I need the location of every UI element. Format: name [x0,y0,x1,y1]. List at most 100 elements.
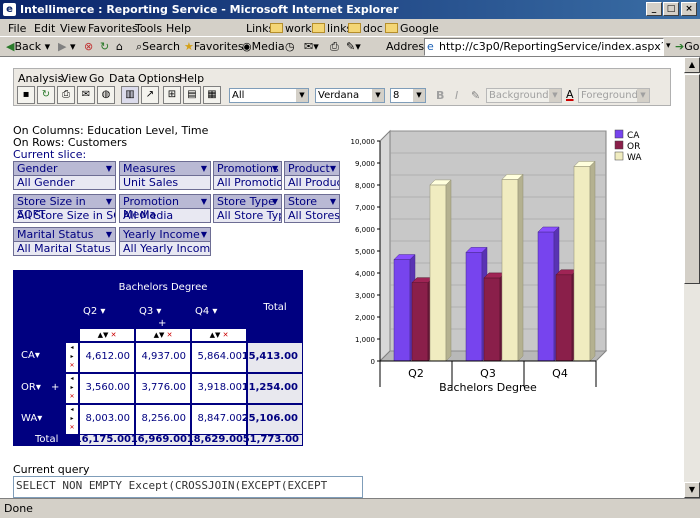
foreground-select[interactable]: Foreground ▼ [578,88,650,103]
app-menu-analysis[interactable]: Analysis [18,72,63,85]
mail-icon: ✉ [304,40,314,53]
font-select[interactable]: Verdana ▼ [315,88,385,103]
link-links[interactable]: links [312,22,352,35]
app-toolbar: Analysis View Go Data Options Help ▪ ↻ ⎙… [13,68,671,106]
dimension-measures[interactable]: Measures ▼ Unit Sales [119,161,211,190]
dimension-promotion-media[interactable]: Promotion Media▼ All Media [119,194,211,223]
dimension-store-size[interactable]: Store Size in SQFT▼ All Store Size in SQ… [13,194,116,223]
stop-button[interactable]: ⊗ [84,40,93,53]
column-header-q4[interactable]: Q4 ▾ [195,306,245,317]
dimension-store-type[interactable]: Store Type▼ All Store Type [213,194,282,223]
options-icon[interactable]: ▦ [203,86,221,104]
dimension-product[interactable]: Product▼ All Products [284,161,340,190]
minimize-button[interactable]: _ [646,2,662,16]
address-dropdown-icon[interactable]: ▾ [666,41,671,51]
fill-color-icon[interactable]: ✎ [471,89,480,102]
link-work[interactable]: work [270,22,312,35]
menu-favorites[interactable]: Favorites [88,22,138,35]
home-icon: ⌂ [116,40,123,53]
home-button[interactable]: ⌂ [116,40,123,53]
mail-button[interactable]: ✉▾ [304,40,319,53]
legend-swatch-ca [614,129,624,139]
grand-total-cell: 51,773.00 [243,434,303,446]
scroll-thumb[interactable] [684,74,700,284]
status-text: Done [4,502,33,515]
email-icon[interactable]: ✉ [77,86,95,104]
current-query-textbox[interactable]: SELECT NON EMPTY Except(CROSSJOIN(EXCEPT… [13,476,363,498]
edit-button[interactable]: ✎▾ [346,40,361,53]
filter-select[interactable]: All ▼ [229,88,309,103]
search-button[interactable]: ⌕Search [136,40,180,54]
back-button[interactable]: ◀Back ▾ [6,40,50,53]
menu-file[interactable]: File [8,22,26,35]
chevron-down-icon: ▼ [637,89,649,102]
row-header-ca[interactable]: CA▾ [21,350,40,361]
print-button[interactable]: ⎙ [330,40,339,54]
dimension-marital-status[interactable]: Marital Status ▼ All Marital Status [13,227,116,256]
menu-view[interactable]: View [60,22,86,35]
link-google[interactable]: Google [385,22,439,35]
scroll-up-icon[interactable]: ▲ [684,57,700,73]
y-tick-label: 5,000 [355,248,375,256]
italic-button[interactable]: I [455,89,458,102]
globe-icon[interactable]: ◍ [97,86,115,104]
go-button[interactable]: ➔Go [675,40,699,53]
font-size-select[interactable]: 8 ▼ [390,88,426,103]
favorites-button[interactable]: ★Favorites [184,40,244,53]
sort-controls[interactable]: ▲▼ ✕ [79,328,135,342]
dimension-yearly-income[interactable]: Yearly Income ▼ All Yearly Income [119,227,211,256]
bar-side [445,179,452,362]
bold-button[interactable]: B [436,89,444,102]
forward-button[interactable]: ▶ ▾ [58,40,76,53]
address-bar[interactable]: e http://c3p0/ReportingService/index.aspx… [424,38,664,56]
row-header-or[interactable]: OR▾ [21,382,41,393]
app-menu-help[interactable]: Help [179,72,204,85]
y-tick-label: 8,000 [355,182,375,190]
dropdown-arrow-icon: ▾ [35,382,41,393]
row-sort-controls[interactable]: ◂ ▸ ✕ [65,404,79,435]
link-doc[interactable]: doc [348,22,383,35]
table-icon[interactable]: ▤ [183,86,201,104]
column-header-q3[interactable]: Q3 ▾ [139,306,189,317]
font-color-icon[interactable]: A [566,88,574,101]
print-icon[interactable]: ⎙ [57,86,75,104]
column-header-q2[interactable]: Q2 ▾ [83,306,133,317]
media-button[interactable]: ◉Media [242,40,285,53]
app-menu-options[interactable]: Options [138,72,180,85]
dropdown-arrow-icon: ▼ [200,197,207,206]
window-title-bar[interactable]: e Intellimerce : Reporting Service - Mic… [0,0,700,19]
app-menu-data[interactable]: Data [109,72,135,85]
save-icon[interactable]: ▪ [17,86,35,104]
close-button[interactable]: × [681,2,697,16]
history-button[interactable]: ◷ [285,40,295,53]
refresh-icon[interactable]: ↻ [37,86,55,104]
menu-edit[interactable]: Edit [34,22,55,35]
menu-tools[interactable]: Tools [135,22,162,35]
x-tick-label: Q2 [408,367,424,380]
pivot-icon[interactable]: ⊞ [163,86,181,104]
app-menu-go[interactable]: Go [89,72,104,85]
refresh-button[interactable]: ↻ [100,40,109,53]
row-sort-controls[interactable]: ◂ ▸ ✕ [65,342,79,373]
bar-chart-icon[interactable]: ▥ [121,86,139,104]
stop-icon: ⊗ [84,40,94,53]
menu-help[interactable]: Help [166,22,191,35]
legend-label-or: OR [627,142,640,152]
row-sort-controls[interactable]: ◂ ▸ ✕ [65,373,79,404]
dimension-promotions[interactable]: Promotions▼ All Promotions [213,161,282,190]
line-chart-icon[interactable]: ↗ [141,86,159,104]
row-header-wa[interactable]: WA▾ [21,413,42,424]
y-tick-label: 3,000 [355,292,375,300]
row-expand-plus[interactable]: + [51,382,59,393]
vertical-scrollbar[interactable]: ▲ ▼ [684,57,700,498]
dropdown-arrow-icon: ▾ [212,306,218,317]
sort-controls[interactable]: ▲▼ ✕ [135,328,191,342]
scroll-down-icon[interactable]: ▼ [684,482,700,498]
app-menu-view[interactable]: View [61,72,87,85]
dimension-store[interactable]: Store ▼ All Stores [284,194,340,223]
maximize-button[interactable]: □ [663,2,679,16]
sort-controls[interactable]: ▲▼ ✕ [191,328,247,342]
background-select[interactable]: Background ▼ [486,88,562,103]
star-icon: ★ [184,40,194,53]
dimension-gender[interactable]: Gender ▼ All Gender [13,161,116,190]
